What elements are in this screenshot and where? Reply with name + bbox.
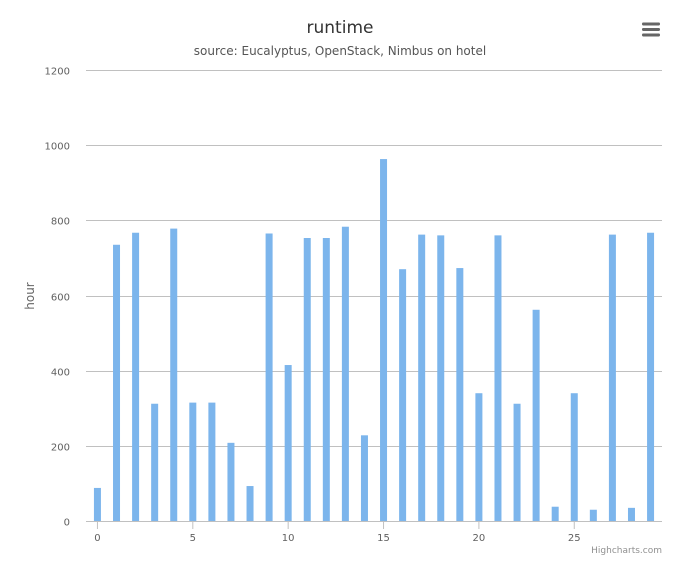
bar[interactable] [399, 269, 407, 521]
bar[interactable] [113, 244, 121, 521]
x-axis-ticks: 0 5 10 15 20 25 [94, 521, 581, 544]
bar[interactable] [132, 232, 140, 522]
x-tick-label: 5 [190, 533, 196, 544]
y-tick-label: 1000 [45, 142, 70, 153]
bar[interactable] [360, 435, 368, 521]
chart-svg: runtime source: Eucalyptus, OpenStack, N… [23, 16, 666, 556]
bar[interactable] [93, 487, 101, 521]
bar[interactable] [532, 309, 540, 521]
bar[interactable] [303, 238, 311, 521]
chart-container: runtime source: Eucalyptus, OpenStack, N… [0, 0, 680, 566]
x-tick-label: 10 [282, 533, 295, 544]
y-tick-label: 0 [64, 518, 70, 529]
bar[interactable] [189, 402, 197, 521]
y-tick-label: 400 [51, 368, 70, 379]
chart-subtitle: source: Eucalyptus, OpenStack, Nimbus on… [194, 44, 486, 58]
bar-series [93, 159, 655, 522]
bar[interactable] [627, 507, 635, 521]
x-tick-label: 20 [473, 533, 486, 544]
x-tick-label: 0 [94, 533, 100, 544]
y-axis-label: hour [23, 282, 37, 310]
bar[interactable] [227, 442, 235, 521]
hamburger-menu-icon[interactable] [636, 16, 666, 44]
bar[interactable] [456, 268, 464, 521]
x-tick-label: 15 [377, 533, 390, 544]
credits-link[interactable]: Highcharts.com [591, 546, 662, 556]
bar[interactable] [284, 365, 292, 521]
y-tick-label: 600 [51, 293, 70, 304]
bar[interactable] [265, 233, 273, 522]
bar[interactable] [418, 234, 426, 521]
y-tick-label: 200 [51, 443, 70, 454]
bar[interactable] [208, 402, 216, 521]
x-tick-label: 25 [568, 533, 581, 544]
bar[interactable] [380, 159, 388, 521]
bar[interactable] [589, 509, 597, 521]
bar[interactable] [647, 232, 655, 522]
bar[interactable] [551, 506, 559, 521]
bar[interactable] [341, 226, 349, 521]
y-tick-label: 1200 [45, 67, 70, 78]
y-axis-ticks: 0 200 400 600 800 1000 1200 [45, 67, 70, 529]
bar[interactable] [475, 393, 483, 521]
bar[interactable] [437, 235, 445, 521]
chart-title: runtime [307, 18, 374, 38]
bar[interactable] [322, 238, 330, 521]
bar[interactable] [151, 403, 159, 521]
bar[interactable] [170, 228, 178, 521]
bar[interactable] [494, 235, 502, 521]
bar[interactable] [608, 234, 616, 521]
bar[interactable] [513, 403, 521, 521]
bar[interactable] [570, 393, 578, 521]
bar[interactable] [246, 486, 254, 521]
y-tick-label: 800 [51, 217, 70, 228]
